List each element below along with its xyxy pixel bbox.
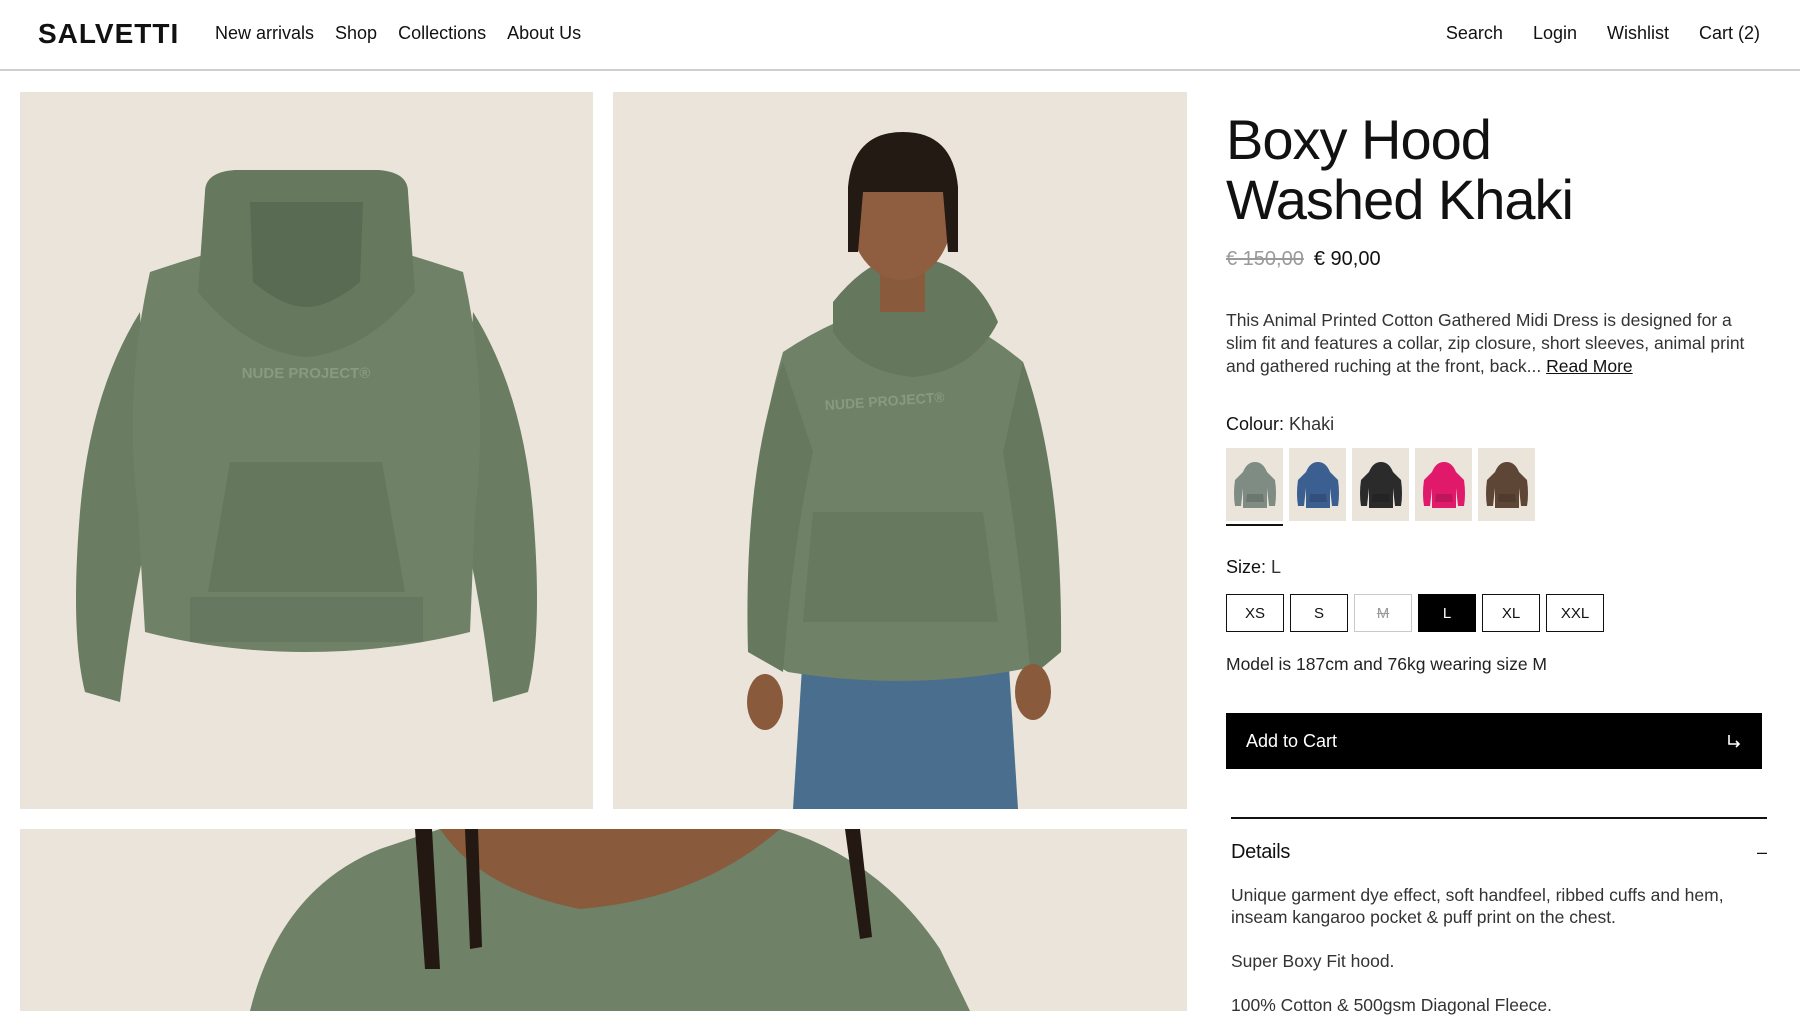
product-image-closeup[interactable]: [20, 829, 1187, 1011]
size-label-row: Size: L: [1226, 557, 1766, 578]
size-option-m[interactable]: M: [1354, 594, 1412, 632]
logo[interactable]: SALVETTI: [38, 18, 179, 50]
site-header: SALVETTI New arrivals Shop Collections A…: [0, 0, 1800, 71]
utility-nav: Search Login Wishlist Cart (2): [1446, 23, 1760, 44]
size-option-xxl[interactable]: XXL: [1546, 594, 1604, 632]
hoodie-thumbnail-icon: [1485, 461, 1528, 508]
size-selector: XS S M L XL XXL: [1226, 594, 1766, 632]
cart-link[interactable]: Cart (2): [1699, 23, 1760, 44]
details-paragraph: 100% Cotton & 500gsm Diagonal Fleece.: [1231, 995, 1553, 1015]
product-image-front[interactable]: NUDE PROJECT®: [20, 92, 593, 809]
model-illustration: NUDE PROJECT®: [613, 92, 1187, 809]
hoodie-flat-illustration: NUDE PROJECT®: [20, 92, 593, 809]
size-option-l[interactable]: L: [1418, 594, 1476, 632]
add-to-cart-button[interactable]: Add to Cart: [1226, 713, 1762, 769]
size-option-xs[interactable]: XS: [1226, 594, 1284, 632]
details-toggle[interactable]: Details –: [1231, 819, 1767, 864]
model-note: Model is 187cm and 76kg wearing size M: [1226, 654, 1547, 674]
hoodie-thumbnail-icon: [1233, 461, 1276, 508]
details-paragraph: Super Boxy Fit hood.: [1231, 951, 1395, 971]
read-more-link[interactable]: Read More: [1546, 356, 1633, 376]
details-paragraph: Unique garment dye effect, soft handfeel…: [1231, 885, 1724, 927]
product-image-model[interactable]: NUDE PROJECT®: [613, 92, 1187, 809]
price-row: € 150,00 € 90,00: [1226, 248, 1766, 271]
product-description: This Animal Printed Cotton Gathered Midi…: [1226, 309, 1766, 378]
arrow-corner-icon: [1728, 735, 1741, 748]
hoodie-thumbnail-icon: [1422, 461, 1465, 508]
closeup-illustration: [20, 829, 1187, 1011]
swatch-blue[interactable]: [1289, 448, 1346, 521]
hoodie-thumbnail-icon: [1359, 461, 1402, 508]
title-line-1: Boxy Hood: [1226, 108, 1492, 171]
original-price: € 150,00: [1226, 248, 1304, 270]
print-text: NUDE PROJECT®: [242, 365, 371, 382]
swatch-pink[interactable]: [1415, 448, 1472, 521]
description-text: This Animal Printed Cotton Gathered Midi…: [1226, 310, 1745, 376]
swatch-khaki[interactable]: [1226, 448, 1283, 526]
colour-label-row: Colour: Khaki: [1226, 414, 1766, 435]
login-link[interactable]: Login: [1533, 23, 1577, 44]
title-line-2: Washed Khaki: [1226, 168, 1574, 231]
nav-shop[interactable]: Shop: [335, 23, 377, 44]
size-option-s[interactable]: S: [1290, 594, 1348, 632]
details-body: Unique garment dye effect, soft handfeel…: [1231, 884, 1767, 1016]
sale-price: € 90,00: [1313, 248, 1381, 270]
hoodie-thumbnail-icon: [1296, 461, 1339, 508]
nav-collections[interactable]: Collections: [398, 23, 486, 44]
details-accordion: Details – Unique garment dye effect, sof…: [1231, 817, 1767, 1016]
colour-swatches: [1226, 448, 1766, 526]
swatch-brown[interactable]: [1478, 448, 1535, 521]
swatch-black[interactable]: [1352, 448, 1409, 521]
size-option-xl[interactable]: XL: [1482, 594, 1540, 632]
colour-label: Colour:: [1226, 414, 1285, 434]
size-value: L: [1271, 557, 1282, 577]
minus-icon[interactable]: –: [1757, 842, 1767, 863]
search-link[interactable]: Search: [1446, 23, 1503, 44]
add-to-cart-label: Add to Cart: [1246, 730, 1338, 751]
main-nav: New arrivals Shop Collections About Us: [215, 23, 581, 44]
details-title: Details: [1231, 841, 1291, 863]
product-panel: Boxy Hood Washed Khaki € 150,00 € 90,00 …: [1226, 92, 1766, 769]
nav-about-us[interactable]: About Us: [507, 23, 581, 44]
colour-value: Khaki: [1289, 414, 1335, 434]
wishlist-link[interactable]: Wishlist: [1607, 23, 1669, 44]
size-label: Size:: [1226, 557, 1267, 577]
product-title: Boxy Hood Washed Khaki: [1226, 110, 1766, 230]
nav-new-arrivals[interactable]: New arrivals: [215, 23, 314, 44]
